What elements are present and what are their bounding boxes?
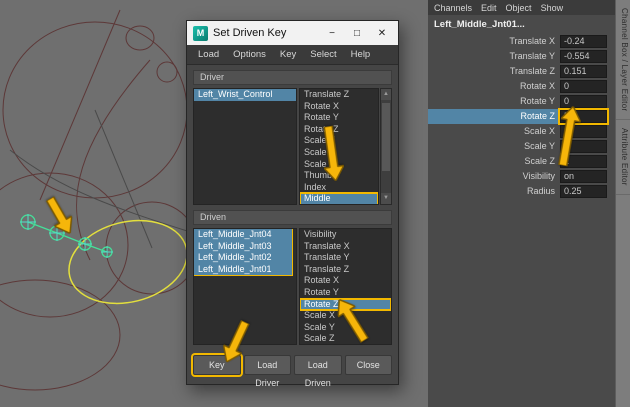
channel-value-field[interactable]: -0.24 [560,35,607,48]
channel-value-field[interactable]: 0.151 [560,65,607,78]
channel-row[interactable]: Translate Y -0.554 [428,49,615,64]
dialog-titlebar[interactable]: M Set Driven Key − □ ✕ [187,21,398,45]
driver-attribute-item[interactable]: Middle [300,193,378,205]
channel-row[interactable]: Scale Y 1 [428,139,615,154]
maximize-icon[interactable]: □ [347,28,367,39]
driven-object-item[interactable]: Left_Middle_Jnt02 [194,252,292,264]
driven-attribute-item[interactable]: Translate Y [300,252,391,264]
channel-name[interactable]: Scale Y [428,139,560,154]
close-icon[interactable]: ✕ [372,28,392,39]
channel-box-menubar: ChannelsEditObjectShow [428,0,615,15]
channel-value-field[interactable]: -0.554 [560,50,607,63]
channel-row[interactable]: Radius 0.25 [428,184,615,199]
channel-name[interactable]: Scale X [428,124,560,139]
channel-value-field[interactable]: 0.25 [560,185,607,198]
channel-row[interactable]: Translate X -0.24 [428,34,615,49]
channel-box-object-name: Left_Middle_Jnt01... [428,15,615,34]
scrollbar-thumb[interactable] [382,103,390,171]
channel-row[interactable]: Visibility on [428,169,615,184]
channel-row[interactable]: Translate Z 0.151 [428,64,615,79]
channel-row[interactable]: Scale Z 1 [428,154,615,169]
maya-icon: M [193,26,208,41]
driver-object-list[interactable]: Left_Wrist_Control [193,88,297,205]
channel-row[interactable]: Rotate Y 0 [428,94,615,109]
scrollbar-track[interactable] [381,100,391,193]
driver-attribute-item[interactable]: Rotate Y [300,112,378,124]
driven-attribute-item[interactable]: Rotate X [300,275,391,287]
channel-box-panel: ChannelsEditObjectShow Left_Middle_Jnt01… [428,0,615,407]
driven-object-item[interactable]: Left_Middle_Jnt04 [194,229,292,241]
dialog-menubar: LoadOptionsKeySelectHelp [187,45,398,65]
channel-name[interactable]: Rotate X [428,79,560,94]
channel-name[interactable]: Translate X [428,34,560,49]
channel-name[interactable]: Translate Z [428,64,560,79]
driver-section-header[interactable]: Driver [193,70,392,85]
channel-name[interactable]: Rotate Y [428,94,560,109]
channel-name[interactable]: Translate Y [428,49,560,64]
screenshot-root: ChannelsEditObjectShow Left_Middle_Jnt01… [0,0,630,407]
dialog-menu-item[interactable]: Load [191,49,226,60]
dialog-title: Set Driven Key [213,27,317,39]
driver-attributes-scrollbar[interactable]: ▲ ▼ [380,88,392,205]
dialog-menu-item[interactable]: Help [344,49,378,60]
dialog-button[interactable]: Close [345,355,393,375]
driver-object-item[interactable]: Left_Wrist_Control [194,89,296,101]
driven-object-item[interactable]: Left_Middle_Jnt03 [194,241,292,253]
dialog-button[interactable]: Load Driven [294,355,342,375]
channel-row[interactable]: Scale X 1 [428,124,615,139]
dialog-button[interactable]: Load Driver [244,355,292,375]
side-tab[interactable]: Channel Box / Layer Editor [616,0,630,120]
dialog-menu-item[interactable]: Options [226,49,273,60]
driven-section-header[interactable]: Driven [193,210,392,225]
driven-object-item[interactable]: Left_Middle_Jnt01 [194,264,292,276]
minimize-icon[interactable]: − [322,28,342,39]
channel-value-field[interactable]: 0 [560,80,607,93]
driven-attribute-item[interactable]: Translate Z [300,264,391,276]
dialog-menu-item[interactable]: Select [303,49,343,60]
driven-attribute-item[interactable]: Translate X [300,241,391,253]
channel-name[interactable]: Radius [428,184,560,199]
side-tab-strip: Channel Box / Layer EditorAttribute Edit… [615,0,630,407]
driver-attribute-item[interactable]: Translate Z [300,89,378,101]
scroll-up-icon[interactable]: ▲ [381,89,391,100]
driver-lists: Left_Wrist_Control Translate ZRotate XRo… [193,88,392,205]
driver-attribute-item[interactable]: Index [300,182,378,194]
channel-row[interactable]: Rotate X 0 [428,79,615,94]
channel-box-menu-item[interactable]: Object [503,3,538,13]
channel-box-menu-item[interactable]: Channels [431,3,478,13]
channel-name[interactable]: Scale Z [428,154,560,169]
driven-attribute-item[interactable]: Scale Z [300,333,391,345]
channel-list: Translate X -0.24 Translate Y -0.554 Tra… [428,34,615,199]
channel-box-menu-item[interactable]: Edit [478,3,503,13]
driven-attribute-item[interactable]: Visibility [300,229,391,241]
channel-value-field[interactable]: on [560,170,607,183]
driven-objects-highlight-box: Left_Middle_Jnt04Left_Middle_Jnt03Left_M… [194,229,292,275]
side-tab[interactable]: Attribute Editor [616,120,630,195]
scroll-down-icon[interactable]: ▼ [381,193,391,204]
dialog-menu-item[interactable]: Key [273,49,303,60]
channel-row[interactable]: Rotate Z 55 [428,109,615,124]
driver-attribute-item[interactable]: Rotate X [300,101,378,113]
channel-box-menu-item[interactable]: Show [538,3,570,13]
channel-name[interactable]: Visibility [428,169,560,184]
channel-name[interactable]: Rotate Z [428,109,560,124]
